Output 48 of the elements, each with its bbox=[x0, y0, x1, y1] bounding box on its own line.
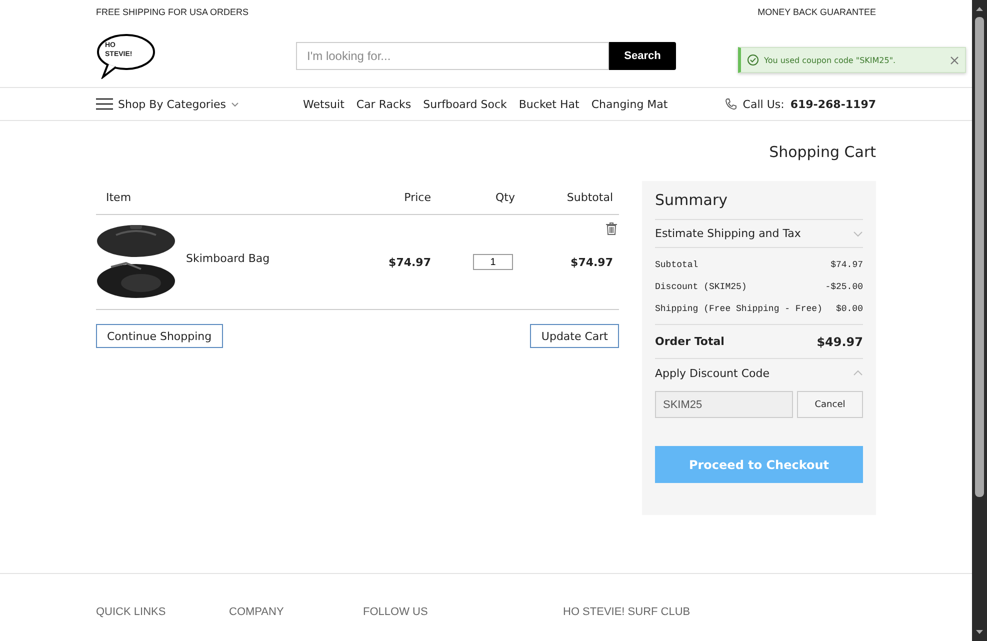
chevron-icon bbox=[231, 102, 240, 106]
order-total-label: Order Total bbox=[655, 335, 724, 348]
guarantee-notice: MONEY BACK GUARANTEE bbox=[758, 7, 876, 17]
nav-link[interactable]: Changing Mat bbox=[591, 98, 668, 110]
discount-toggle[interactable]: Apply Discount Code bbox=[655, 359, 863, 387]
order-total-value: $49.97 bbox=[816, 334, 863, 348]
discount-code-field[interactable]: SKIM25 bbox=[655, 391, 793, 418]
nav-link[interactable]: Surfboard Sock bbox=[423, 98, 507, 110]
categories-menu[interactable]: Shop By Categories bbox=[96, 98, 303, 110]
menu-icon bbox=[96, 98, 113, 110]
call-label: Call Us: bbox=[742, 98, 784, 110]
nav-link[interactable]: Car Racks bbox=[356, 98, 412, 110]
page-title: Shopping Cart bbox=[768, 143, 876, 161]
footer-heading: FOLLOW US bbox=[363, 606, 429, 618]
nav-link[interactable]: Wetsuit bbox=[303, 98, 344, 110]
search-field[interactable]: I'm looking for... bbox=[296, 42, 609, 70]
update-cart-button[interactable]: Update Cart bbox=[530, 324, 619, 348]
search-button[interactable]: Search bbox=[609, 42, 676, 70]
trash-icon[interactable] bbox=[606, 222, 617, 235]
product-price: $74.97 bbox=[388, 256, 431, 268]
phone-icon bbox=[724, 98, 737, 110]
column-header: Price bbox=[403, 191, 431, 204]
quantity-field[interactable]: 1 bbox=[473, 254, 513, 270]
scrollbar[interactable] bbox=[972, 0, 987, 641]
shipping-toggle[interactable]: Estimate Shipping and Tax bbox=[655, 220, 863, 248]
summary-value: $74.97 bbox=[830, 260, 863, 270]
footer-heading: QUICK LINKS bbox=[96, 606, 167, 618]
close-button[interactable] bbox=[950, 56, 959, 64]
summary-label: Shipping (Free Shipping - Free) bbox=[655, 304, 822, 314]
phone-number[interactable]: 619-268-1197 bbox=[790, 98, 876, 110]
continue-shopping-button[interactable]: Continue Shopping bbox=[96, 324, 223, 348]
summary-label: Subtotal bbox=[655, 260, 698, 270]
shipping-notice: FREE SHIPPING FOR USA ORDERS bbox=[96, 7, 249, 17]
column-header: Item bbox=[106, 191, 132, 204]
footer-heading: COMPANY bbox=[229, 606, 285, 618]
summary-title: Summary bbox=[655, 191, 863, 220]
summary-value: $0.00 bbox=[836, 304, 863, 314]
summary-value: -$25.00 bbox=[825, 282, 863, 292]
cancel-button[interactable]: Cancel bbox=[797, 391, 863, 418]
column-header: Subtotal bbox=[566, 191, 613, 204]
check-circle-icon bbox=[747, 54, 759, 66]
footer-heading: HO STEVIE! SURF CLUB bbox=[563, 606, 692, 618]
toast-message: You used coupon code "SKIM25". bbox=[764, 56, 897, 64]
summary-label: Discount (SKIM25) bbox=[655, 282, 747, 292]
nav-link[interactable]: Bucket Hat bbox=[518, 98, 580, 110]
product-name[interactable]: Skimboard Bag bbox=[186, 252, 351, 264]
row-subtotal: $74.97 bbox=[570, 256, 613, 268]
column-header: Qty bbox=[494, 191, 515, 204]
